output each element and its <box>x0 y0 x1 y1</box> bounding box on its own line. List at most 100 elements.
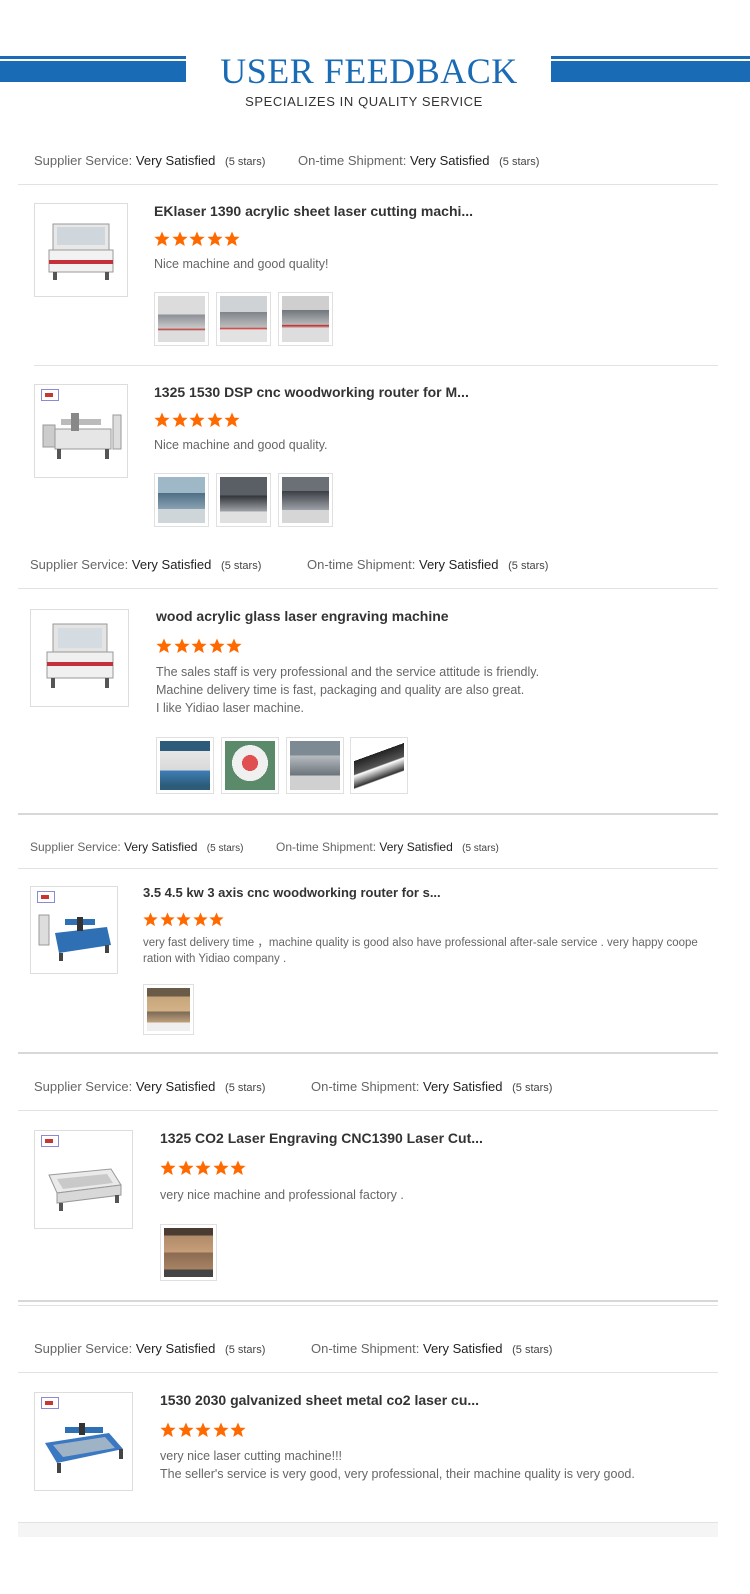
shipment-group: On-time Shipment: Very Satisfied (5 star… <box>311 1341 552 1356</box>
product-thumbnail[interactable] <box>34 384 128 478</box>
star-icon <box>224 412 240 427</box>
shipment-stars: (5 stars) <box>462 843 499 854</box>
divider <box>18 868 718 869</box>
review-product-title[interactable]: EKlaser 1390 acrylic sheet laser cutting… <box>154 203 473 219</box>
divider <box>18 1052 718 1054</box>
review-product-title[interactable]: 1325 1530 DSP cnc woodworking router for… <box>154 384 469 400</box>
divider <box>18 813 718 815</box>
shipment-group: On-time Shipment: Very Satisfied (5 star… <box>307 557 548 572</box>
shipment-group: On-time Shipment: Very Satisfied (5 star… <box>298 153 539 168</box>
star-icon <box>154 231 170 246</box>
star-rating <box>160 1160 248 1176</box>
supplier-service-value: Very Satisfied <box>135 1079 216 1094</box>
star-icon <box>154 412 170 427</box>
comment-line: Nice machine and good quality! <box>154 257 329 271</box>
product-thumbnail[interactable] <box>34 203 128 297</box>
laser-engraver-icon <box>46 623 114 688</box>
review-photo[interactable] <box>286 737 344 794</box>
page-subtitle: SPECIALIZES IN QUALITY SERVICE <box>245 94 483 109</box>
shipment-value: Very Satisfied <box>410 153 490 168</box>
star-rating <box>156 638 244 654</box>
review-product-title[interactable]: 1530 2030 galvanized sheet metal co2 las… <box>160 1392 479 1408</box>
supplier-service-value: Very Satisfied <box>135 1341 216 1356</box>
divider <box>18 184 718 185</box>
review-photo[interactable] <box>216 292 271 346</box>
star-icon <box>191 638 207 653</box>
shipment-group: On-time Shipment: Very Satisfied (5 star… <box>311 1079 552 1094</box>
shipment-label: On-time Shipment: <box>311 1341 420 1356</box>
rating-row: Supplier Service: Very Satisfied (5 star… <box>30 840 499 854</box>
comment-line: The seller's service is very good, very … <box>160 1467 635 1481</box>
product-thumbnail[interactable] <box>30 886 118 974</box>
shipment-stars: (5 stars) <box>512 1082 553 1094</box>
divider <box>18 1110 718 1111</box>
review-photo[interactable] <box>278 292 333 346</box>
comment-line: The sales staff is very professional and… <box>156 665 540 679</box>
divider <box>18 588 718 589</box>
star-icon <box>171 231 188 246</box>
brand-logo-icon <box>37 891 55 903</box>
shipment-value: Very Satisfied <box>419 557 499 572</box>
shipment-value: Very Satisfied <box>423 1079 503 1094</box>
supplier-service-label: Supplier Service: <box>30 557 129 572</box>
supplier-service-value: Very Satisfied <box>124 840 198 854</box>
divider <box>34 365 718 366</box>
comment-line: very nice machine and professional facto… <box>160 1188 404 1202</box>
product-thumbnail[interactable] <box>34 1392 133 1491</box>
comment-line: ration with Yidiao company . <box>143 953 287 965</box>
shipment-label: On-time Shipment: <box>276 840 377 854</box>
comment-line: Machine delivery time is fast, packaging… <box>156 683 525 697</box>
star-icon <box>159 912 175 927</box>
review-photo[interactable] <box>221 737 279 794</box>
star-icon <box>212 1160 229 1175</box>
supplier-service-label: Supplier Service: <box>30 840 121 854</box>
review-comment: very fast delivery time ，machine quality… <box>143 935 718 967</box>
shipment-label: On-time Shipment: <box>311 1079 420 1094</box>
review-photo[interactable] <box>156 737 214 794</box>
review-comment: very nice machine and professional facto… <box>160 1186 404 1204</box>
review-product-title[interactable]: 1325 CO2 Laser Engraving CNC1390 Laser C… <box>160 1130 483 1146</box>
star-icon <box>206 231 223 246</box>
star-icon <box>160 1160 176 1175</box>
review-photo[interactable] <box>160 1224 217 1281</box>
star-icon <box>208 638 225 653</box>
supplier-service-stars: (5 stars) <box>225 156 266 168</box>
star-icon <box>156 638 172 653</box>
supplier-service-label: Supplier Service: <box>34 1341 133 1356</box>
star-rating <box>160 1422 248 1438</box>
review-comment: The sales staff is very professional and… <box>156 663 539 717</box>
review-product-title[interactable]: wood acrylic glass laser engraving machi… <box>156 608 449 624</box>
rating-row: Supplier Service: Very Satisfied (5 star… <box>30 557 548 572</box>
review-photo[interactable] <box>154 473 209 527</box>
star-icon <box>173 638 190 653</box>
product-thumbnail[interactable] <box>34 1130 133 1229</box>
product-thumbnail[interactable] <box>30 609 129 707</box>
review-photo[interactable] <box>216 473 271 527</box>
page-title: USER FEEDBACK <box>220 51 518 91</box>
supplier-service-label: Supplier Service: <box>34 153 133 168</box>
star-icon <box>171 412 188 427</box>
star-icon <box>206 412 223 427</box>
review-photo[interactable] <box>350 737 408 794</box>
brand-logo-icon <box>41 1135 59 1147</box>
page-header: USER FEEDBACK SPECIALIZES IN QUALITY SER… <box>0 0 750 120</box>
review-photo[interactable] <box>143 984 194 1035</box>
star-icon <box>209 912 224 927</box>
star-icon <box>189 412 205 427</box>
divider <box>18 1300 718 1302</box>
star-icon <box>189 231 205 246</box>
review-photo[interactable] <box>278 473 333 527</box>
review-photo[interactable] <box>154 292 209 346</box>
star-icon <box>224 231 240 246</box>
divider <box>18 1305 718 1306</box>
divider <box>18 1372 718 1373</box>
star-rating <box>154 412 242 428</box>
star-rating <box>154 231 242 247</box>
comment-line: very nice laser cutting machine!!! <box>160 1449 343 1463</box>
review-product-title[interactable]: 3.5 4.5 kw 3 axis cnc woodworking router… <box>143 885 441 900</box>
star-icon <box>230 1160 246 1175</box>
shipment-stars: (5 stars) <box>512 1344 553 1356</box>
shipment-value: Very Satisfied <box>379 840 453 854</box>
star-rating <box>143 912 226 928</box>
star-icon <box>226 638 242 653</box>
